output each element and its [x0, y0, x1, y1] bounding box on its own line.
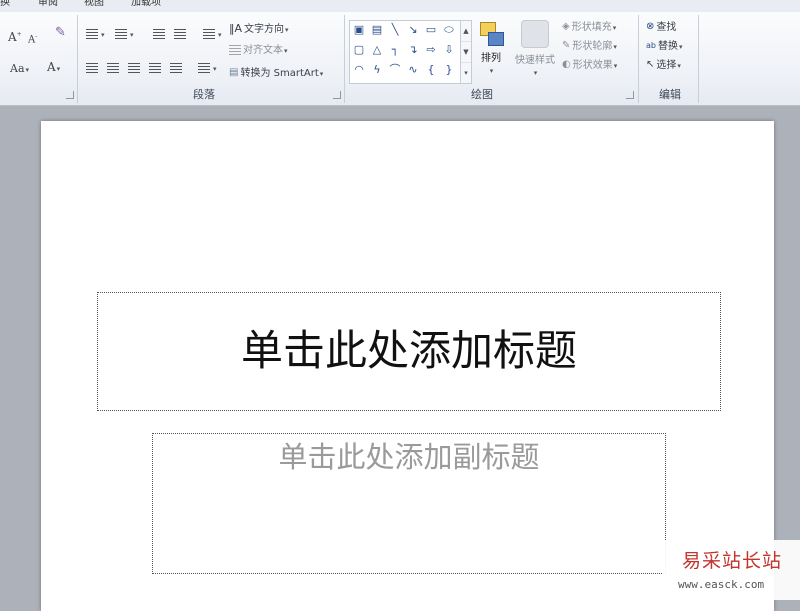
oval-shape-icon[interactable]: ⬭: [442, 23, 456, 37]
tab-view[interactable]: 视图: [84, 0, 104, 9]
editing-group-label: 编辑: [659, 88, 681, 101]
bullets-button[interactable]: ▾: [86, 28, 105, 42]
arrange-icon: [478, 20, 504, 46]
numbering-icon: [115, 29, 127, 39]
justify-button[interactable]: [149, 62, 163, 76]
scribble-shape-icon[interactable]: ϟ: [370, 63, 384, 77]
font-dialog-launcher[interactable]: ↘: [66, 91, 74, 99]
align-text-button[interactable]: 对齐文本▾: [229, 44, 288, 60]
drawing-dialog-launcher[interactable]: ↘: [626, 91, 634, 99]
justify-icon: [149, 63, 161, 73]
align-center-button[interactable]: [107, 62, 121, 76]
gallery-up-icon[interactable]: ▲: [461, 21, 471, 42]
shape-effects-button[interactable]: ◐ 形状效果▾: [562, 58, 617, 74]
watermark: 易采站长站 www.easck.com: [662, 540, 800, 600]
change-case-button[interactable]: Aa▾: [10, 62, 29, 77]
line-shape-icon[interactable]: ╲: [388, 23, 402, 37]
text-direction-icon: ‖A: [229, 22, 243, 35]
drawing-group-label: 绘图: [471, 88, 493, 101]
numbering-button[interactable]: ▾: [115, 28, 134, 42]
right-brace-shape-icon[interactable]: }: [442, 63, 456, 77]
text-direction-button[interactable]: ‖A 文字方向▾: [229, 22, 289, 38]
convert-smartart-button[interactable]: ▤ 转换为 SmartArt▾: [229, 66, 323, 82]
left-brace-shape-icon[interactable]: {: [424, 63, 438, 77]
select-button[interactable]: ↖ 选择▾: [646, 58, 681, 74]
quick-styles-icon: [521, 20, 549, 48]
triangle-shape-icon[interactable]: △: [370, 43, 384, 57]
font-color-button[interactable]: A▾: [47, 60, 60, 76]
freeform-shape-icon[interactable]: ◠: [352, 63, 366, 77]
shapes-gallery[interactable]: ▣ ▤ ╲ ↘ ▭ ⬭ ▢ △ ┐ ↴ ⇨ ⇩ ◠ ϟ ⌒ ∿ { }: [349, 20, 463, 84]
decrease-indent-icon: [153, 29, 165, 39]
align-right-button[interactable]: [128, 62, 142, 76]
shape-fill-button[interactable]: ◈ 形状填充▾: [562, 20, 616, 36]
gallery-down-icon[interactable]: ▼: [461, 42, 471, 63]
distributed-button[interactable]: [170, 62, 184, 76]
increase-indent-button[interactable]: [174, 28, 188, 42]
ribbon-tabs: 换 审阅 视图 加载项: [0, 0, 800, 12]
paint-bucket-icon: ◈: [562, 21, 570, 32]
align-left-icon: [86, 63, 98, 73]
slide-canvas[interactable]: 单击此处添加标题 单击此处添加副标题: [41, 121, 774, 611]
arc-shape-icon[interactable]: ⌒: [388, 63, 402, 77]
arrange-button[interactable]: 排列 ▾: [475, 20, 507, 78]
tab-review[interactable]: 审阅: [38, 0, 58, 9]
ribbon: A+ A- ✎ Aa▾ A▾ ↘ ▾ ▾ ▾ ‖A文字方向▾ 对齐文本▾ ▤转换…: [0, 12, 800, 106]
subtitle-placeholder-text: 单击此处添加副标题: [278, 440, 540, 474]
smartart-icon: ▤: [229, 67, 239, 78]
elbow-arrow-shape-icon[interactable]: ↴: [406, 43, 420, 57]
columns-icon: [198, 63, 210, 73]
cursor-icon: ↖: [646, 59, 655, 70]
replace-button[interactable]: ab 替换▾: [646, 39, 683, 55]
pen-icon: ✎: [562, 40, 571, 51]
curve-shape-icon[interactable]: ∿: [406, 63, 420, 77]
paragraph-group-label: 段落: [193, 88, 215, 101]
quick-styles-button[interactable]: 快速样式 ▾: [512, 20, 558, 80]
align-text-icon: [229, 45, 241, 55]
title-placeholder-text: 单击此处添加标题: [240, 326, 577, 375]
align-right-icon: [128, 63, 140, 73]
distributed-icon: [170, 63, 182, 73]
right-arrow-shape-icon[interactable]: ⇨: [424, 43, 438, 57]
line-spacing-button[interactable]: ▾: [203, 28, 222, 42]
bullets-icon: [86, 29, 98, 39]
align-left-button[interactable]: [86, 62, 100, 76]
subtitle-placeholder[interactable]: 单击此处添加副标题: [152, 433, 666, 574]
arrow-line-shape-icon[interactable]: ↘: [406, 23, 420, 37]
find-button[interactable]: ⊗ 查找: [646, 20, 676, 36]
effects-icon: ◐: [562, 59, 571, 70]
decrease-indent-button[interactable]: [153, 28, 167, 42]
gallery-more-icon[interactable]: ▾: [461, 63, 471, 83]
textbox-shape-icon[interactable]: ▣: [352, 23, 366, 37]
vertical-textbox-shape-icon[interactable]: ▤: [370, 23, 384, 37]
title-placeholder[interactable]: 单击此处添加标题: [97, 292, 721, 411]
tab-transitions[interactable]: 换: [0, 0, 10, 9]
watermark-name: 易采站长站: [682, 550, 783, 572]
shapes-gallery-scroll[interactable]: ▲ ▼ ▾: [460, 20, 472, 84]
tab-addins[interactable]: 加载项: [131, 0, 161, 9]
replace-icon: ab: [646, 41, 656, 50]
paragraph-dialog-launcher[interactable]: ↘: [333, 91, 341, 99]
shape-outline-button[interactable]: ✎ 形状轮廓▾: [562, 39, 617, 55]
align-center-icon: [107, 63, 119, 73]
clear-formatting-icon[interactable]: ✎: [55, 26, 66, 40]
grow-font-button[interactable]: A+: [8, 28, 22, 44]
rounded-rect-shape-icon[interactable]: ▢: [352, 43, 366, 57]
increase-indent-icon: [174, 29, 186, 39]
shrink-font-button[interactable]: A-: [28, 30, 37, 47]
elbow-connector-shape-icon[interactable]: ┐: [388, 43, 402, 57]
down-arrow-shape-icon[interactable]: ⇩: [442, 43, 456, 57]
rectangle-shape-icon[interactable]: ▭: [424, 23, 438, 37]
watermark-url: www.easck.com: [678, 578, 765, 591]
line-spacing-icon: [203, 29, 215, 39]
columns-button[interactable]: ▾: [198, 62, 217, 76]
binoculars-icon: ⊗: [646, 21, 655, 32]
